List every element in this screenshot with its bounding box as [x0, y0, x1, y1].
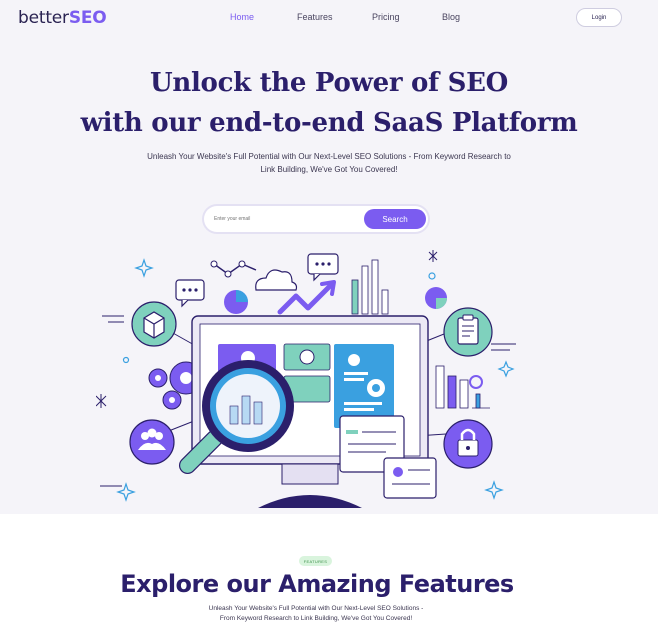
logo-accent: SEO	[68, 8, 107, 28]
nav-link-home[interactable]: Home	[230, 12, 254, 22]
seo-illustration	[96, 250, 516, 508]
lock-icon[interactable]	[443, 419, 493, 469]
clipboard-icon[interactable]	[443, 307, 493, 357]
email-field[interactable]	[214, 212, 354, 226]
hero-title-line2: with our end-to-end SaaS Platform	[80, 108, 578, 138]
features-badge: FEATURES	[299, 556, 332, 566]
cloud-icon	[255, 269, 298, 291]
nav-link-pricing[interactable]: Pricing	[372, 12, 400, 22]
navbar: betterSEO Home Features Pricing Blog Log…	[0, 0, 658, 36]
bar-chart-icon	[435, 365, 490, 409]
line-graph-icon	[210, 260, 257, 278]
nav-link-blog[interactable]: Blog	[442, 12, 460, 22]
users-icon[interactable]	[129, 419, 175, 465]
email-search-bar: Search	[204, 206, 428, 232]
features-title: Explore our Amazing Features	[120, 570, 514, 598]
hero-title: Unlock the Power of SEO with our end-to-…	[0, 63, 658, 143]
chat-bubble-icon	[175, 253, 339, 308]
box-icon[interactable]	[131, 301, 177, 347]
hero-title-line1: Unlock the Power of SEO	[150, 68, 508, 98]
bar-chart-icon	[351, 259, 389, 315]
features-subtitle: Unleash Your Website's Full Potential wi…	[208, 605, 424, 622]
logo[interactable]: betterSEO	[18, 8, 107, 28]
login-button[interactable]: Login	[576, 8, 622, 27]
hero-subtitle: Unleash Your Website's Full Potential wi…	[147, 152, 511, 174]
hero-section: betterSEO Home Features Pricing Blog Log…	[0, 0, 658, 514]
nav-link-features[interactable]: Features	[297, 12, 333, 22]
pie-chart-icon	[224, 287, 447, 314]
logo-text: better	[18, 8, 69, 28]
search-button[interactable]: Search	[364, 209, 426, 229]
